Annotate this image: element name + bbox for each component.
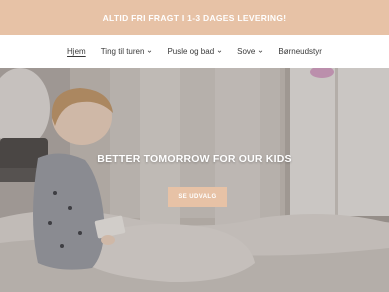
chevron-down-icon: [148, 50, 152, 53]
hero-overlay: [0, 68, 389, 292]
main-nav: Hjem Ting til turen Pusle og bad Sove Bø…: [67, 47, 322, 56]
nav-item-label: Ting til turen: [100, 47, 145, 56]
nav-item-boerneudstyr[interactable]: Børneudstyr: [278, 47, 322, 56]
hero-banner: BETTER TOMORROW FOR OUR KIDS SE UDVALG: [0, 68, 389, 292]
shop-now-button[interactable]: SE UDVALG: [168, 187, 227, 207]
announcement-bar: ALTID FRI FRAGT I 1-3 DAGES LEVERING!: [0, 0, 389, 35]
site-header: Hjem Ting til turen Pusle og bad Sove Bø…: [0, 35, 389, 68]
nav-item-sove[interactable]: Sove: [237, 47, 263, 56]
nav-item-label: Hjem: [67, 47, 86, 56]
nav-item-pusle-og-bad[interactable]: Pusle og bad: [167, 47, 222, 56]
chevron-down-icon: [217, 50, 222, 53]
announcement-text: ALTID FRI FRAGT I 1-3 DAGES LEVERING!: [102, 12, 287, 23]
nav-item-label: Sove: [237, 47, 256, 56]
chevron-down-icon: [259, 50, 263, 53]
nav-item-ting-til-turen[interactable]: Ting til turen: [101, 47, 153, 56]
nav-item-label: Børneudstyr: [278, 47, 322, 56]
nav-item-hjem[interactable]: Hjem: [67, 47, 86, 56]
hero-title: BETTER TOMORROW FOR OUR KIDS: [97, 153, 292, 165]
nav-item-label: Pusle og bad: [167, 47, 215, 56]
